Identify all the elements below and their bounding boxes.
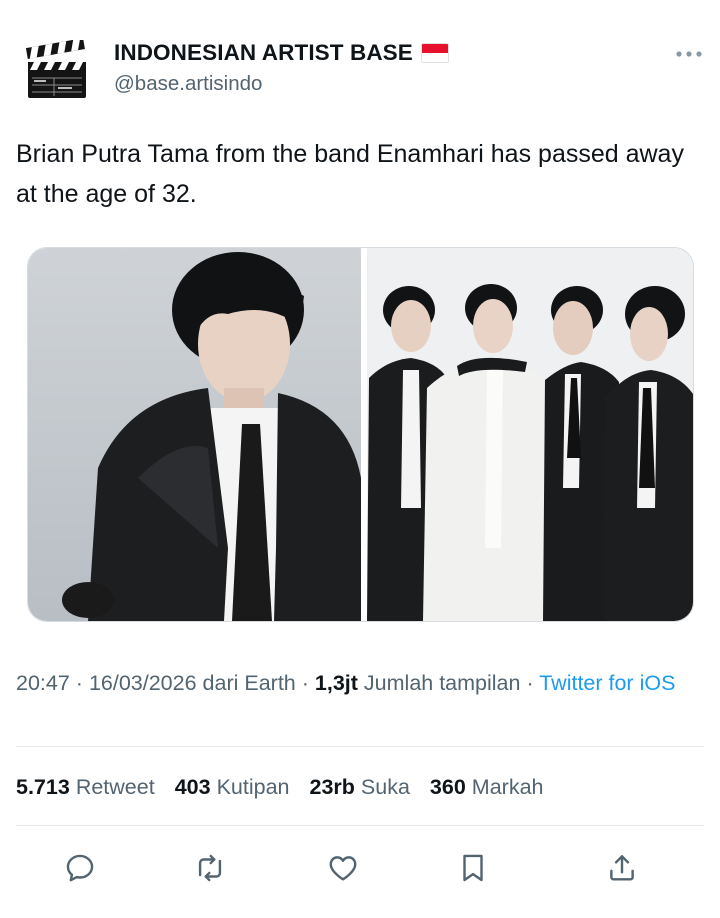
retweet-label: Retweet — [75, 774, 155, 799]
views-label[interactable]: Jumlah tampilan — [364, 671, 521, 695]
reply-button[interactable] — [60, 848, 100, 888]
bookmark-count: 360 — [429, 774, 466, 799]
divider — [16, 825, 704, 826]
retweet-icon — [198, 854, 222, 882]
portrait-photo[interactable] — [28, 248, 361, 621]
quote-label: Kutipan — [216, 774, 290, 799]
like-button[interactable] — [323, 848, 363, 888]
tweet-time[interactable]: 20:47 — [16, 671, 70, 695]
share-icon — [610, 855, 634, 881]
meta-separator: · — [301, 671, 309, 695]
like-icon — [329, 856, 357, 881]
divider — [16, 746, 704, 747]
like-stat[interactable]: 23rb Suka — [309, 775, 409, 800]
bookmark-label: Markah — [471, 774, 544, 799]
tweet-text: Brian Putra Tama from the band Enamhari … — [16, 140, 684, 208]
engagement-stats: 5.713 Retweet 403 Kutipan 23rb Suka 360 Mark… — [16, 770, 564, 804]
like-label: Suka — [360, 774, 410, 799]
clapperboard-icon — [25, 38, 86, 98]
tweet-meta: 20:47 · 16/03/2026 dari Earth · 1,3jt Ju… — [16, 668, 706, 698]
meta-separator: · — [75, 671, 83, 695]
bookmark-icon — [463, 854, 483, 882]
indonesia-flag-icon — [420, 43, 449, 63]
meta-separator: · — [526, 671, 534, 695]
views-count[interactable]: 1,3jt — [315, 671, 358, 695]
share-button[interactable] — [602, 848, 642, 888]
more-options-button[interactable] — [672, 44, 706, 64]
more-dots-icon — [676, 51, 702, 57]
bookmark-button[interactable] — [453, 848, 493, 888]
reply-icon — [66, 854, 94, 882]
media-grid — [27, 247, 694, 622]
retweet-stat[interactable]: 5.713 Retweet — [16, 775, 155, 800]
author-handle[interactable]: @base.artisindo — [114, 72, 262, 96]
client-link[interactable]: Twitter for iOS — [539, 671, 675, 695]
group-photo[interactable] — [367, 248, 693, 621]
author-display-name[interactable]: INDONESIAN ARTIST BASE — [114, 40, 413, 66]
author-name-row[interactable]: INDONESIAN ARTIST BASE — [114, 38, 449, 68]
tweet-date[interactable]: 16/03/2026 — [89, 671, 197, 695]
action-bar — [0, 840, 720, 896]
retweet-count: 5.713 — [16, 774, 70, 799]
retweet-button[interactable] — [190, 848, 230, 888]
bookmark-stat[interactable]: 360 Markah — [430, 775, 544, 800]
tweet-source-prefix: dari Earth — [202, 671, 296, 695]
like-count: 23rb — [309, 774, 355, 799]
quote-count: 403 — [174, 774, 211, 799]
avatar[interactable] — [24, 38, 88, 102]
quote-stat[interactable]: 403 Kutipan — [175, 775, 290, 800]
